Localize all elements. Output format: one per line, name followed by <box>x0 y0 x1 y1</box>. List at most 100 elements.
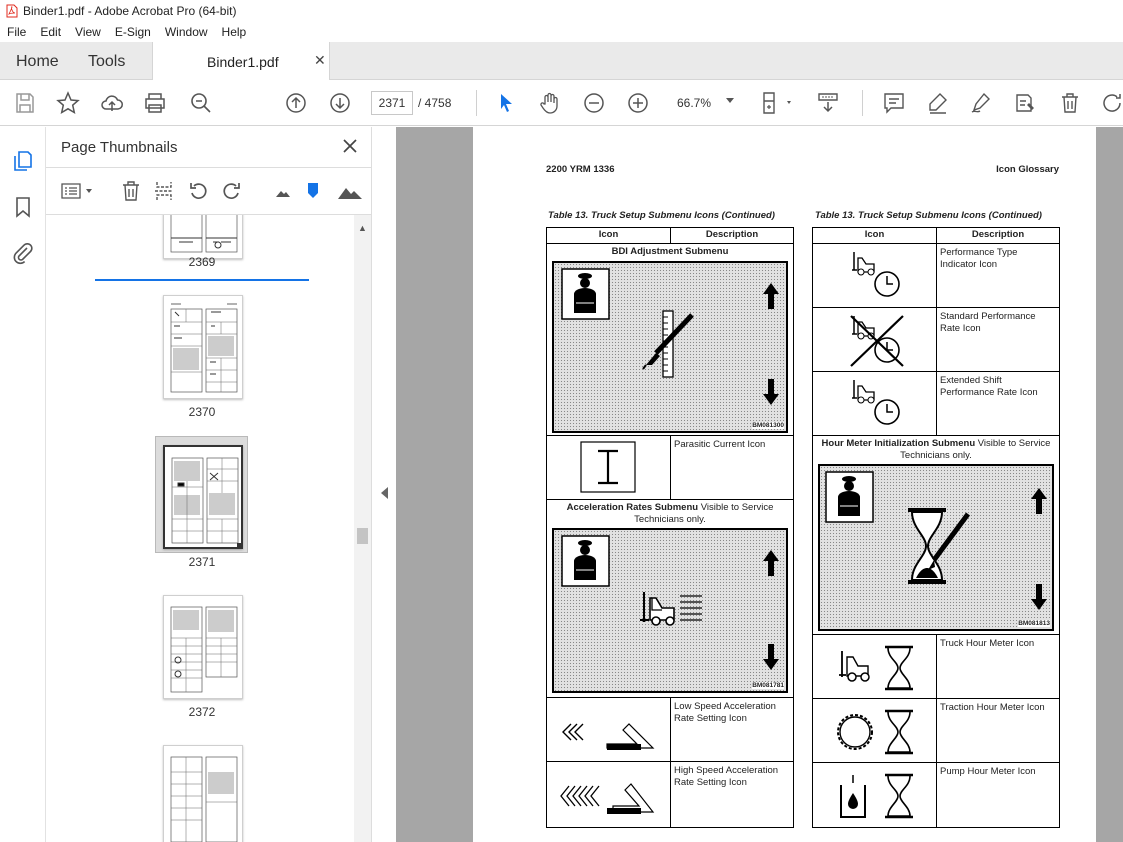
thumbnail-page[interactable] <box>163 215 243 259</box>
thumbnail-size-slider[interactable] <box>305 180 321 202</box>
scroll-up-icon[interactable]: ▲ <box>358 223 367 233</box>
collapse-arrow-icon[interactable] <box>381 487 388 499</box>
menu-view[interactable]: View <box>68 25 108 39</box>
find-zoom-icon[interactable] <box>189 91 213 115</box>
pdf-page: 2200 YRM 1336 Icon Glossary Table 13. Tr… <box>473 127 1096 842</box>
rotate-counterclockwise-icon[interactable] <box>187 180 209 202</box>
thumbnail-page[interactable] <box>163 595 243 699</box>
scrollbar-thumb[interactable] <box>357 528 368 544</box>
parasitic-icon-cell <box>546 435 671 500</box>
col-header-icon: Icon <box>812 227 937 244</box>
save-icon[interactable] <box>13 91 37 115</box>
ext-shift-description: Extended Shift Performance Rate Icon <box>936 371 1060 436</box>
pump-hour-description: Pump Hour Meter Icon <box>936 762 1060 828</box>
page-header-left: 2200 YRM 1336 <box>546 164 615 175</box>
chevron-down-icon <box>726 98 734 103</box>
acceleration-title-bold: Acceleration Rates Submenu <box>566 502 699 513</box>
page-number-input[interactable]: 2371 <box>371 91 413 115</box>
thumbnail-page[interactable] <box>163 745 243 842</box>
panel-title: Page Thumbnails <box>61 139 178 156</box>
page-preview <box>170 303 238 393</box>
options-menu-icon[interactable] <box>60 180 94 202</box>
col-header-description: Description <box>936 227 1060 244</box>
menu-esign[interactable]: E-Sign <box>108 25 158 39</box>
next-page-icon[interactable] <box>328 91 352 115</box>
operator-seated-icon <box>825 471 874 523</box>
tab-tools[interactable]: Tools <box>88 53 125 71</box>
tab-home[interactable]: Home <box>16 53 59 71</box>
page-preview <box>170 215 238 253</box>
close-panel-icon[interactable] <box>341 137 359 155</box>
delete-trash-icon[interactable] <box>1058 91 1082 115</box>
title-bar: Binder1.pdf - Adobe Acrobat Pro (64-bit) <box>0 0 1123 22</box>
attachments-paperclip-icon[interactable] <box>11 241 35 265</box>
print-icon[interactable] <box>143 91 167 115</box>
panel-collapse-bar[interactable] <box>371 127 396 842</box>
acceleration-figure-code: BM081781 <box>752 682 784 689</box>
hand-tool-icon[interactable] <box>538 91 562 115</box>
page-thumbnails-icon[interactable] <box>11 149 35 173</box>
select-cursor-icon[interactable] <box>494 91 518 115</box>
page-fit-icon[interactable] <box>760 91 796 115</box>
previous-page-icon[interactable] <box>284 91 308 115</box>
parasitic-current-icon <box>580 441 636 493</box>
rotate-clockwise-icon[interactable] <box>221 180 243 202</box>
hour-meter-submenu-row: Hour Meter Initialization Submenu Visibl… <box>812 435 1060 635</box>
thumbnail-label: 2370 <box>188 405 216 419</box>
insert-pages-icon[interactable] <box>153 180 175 202</box>
bookmarks-icon[interactable] <box>11 195 35 219</box>
rotate-icon[interactable] <box>1100 91 1123 115</box>
hour-meter-figure-code: BM081813 <box>1018 620 1050 627</box>
highlight-pen-icon[interactable] <box>926 91 950 115</box>
thumbnail-size-large-icon[interactable] <box>337 180 363 202</box>
high-speed-icon-cell <box>546 761 671 828</box>
pump-hour-meter-icon <box>840 773 913 819</box>
hourglass-screwdriver-icon <box>908 508 971 584</box>
bdi-submenu-row: BDI Adjustment Submenu BM081300 <box>546 243 794 436</box>
standard-performance-icon <box>850 315 904 367</box>
menu-edit[interactable]: Edit <box>33 25 68 39</box>
zoom-in-icon[interactable] <box>626 91 650 115</box>
arrow-down-icon <box>763 379 779 405</box>
comment-icon[interactable] <box>882 91 906 115</box>
left-table: Icon Description BDI Adjustment Submenu … <box>546 227 794 828</box>
extended-shift-icon <box>852 380 900 425</box>
low-speed-icon-cell <box>546 697 671 762</box>
insertion-marker <box>95 279 309 281</box>
left-table-caption: Table 13. Truck Setup Submenu Icons (Con… <box>548 210 775 221</box>
thumbnail-page[interactable] <box>163 295 243 399</box>
menu-file[interactable]: File <box>0 25 33 39</box>
perf-type-description: Performance Type Indicator Icon <box>936 243 1060 308</box>
bdi-submenu-title: BDI Adjustment Submenu <box>611 246 729 257</box>
menu-window[interactable]: Window <box>158 25 215 39</box>
performance-type-icon <box>852 252 900 297</box>
fill-sign-icon[interactable] <box>1013 91 1037 115</box>
right-table-caption: Table 13. Truck Setup Submenu Icons (Con… <box>815 210 1042 221</box>
hour-meter-screen-illustration: BM081813 <box>818 464 1054 631</box>
page-preview <box>170 606 238 693</box>
thumbnail-scrollbar[interactable]: ▲ <box>354 215 371 842</box>
scroll-mode-icon[interactable] <box>816 91 840 115</box>
acceleration-screen-illustration: BM081781 <box>552 528 788 693</box>
tab-document[interactable]: Binder1.pdf ✕ <box>152 42 330 81</box>
bdi-screen-illustration: BM081300 <box>552 261 788 433</box>
menu-help[interactable]: Help <box>215 25 254 39</box>
truck-hour-description: Truck Hour Meter Icon <box>936 634 1060 699</box>
delete-pages-icon[interactable] <box>120 180 142 202</box>
upload-cloud-icon[interactable] <box>100 91 124 115</box>
close-tab-icon[interactable]: ✕ <box>314 52 326 69</box>
low-speed-acceleration-icon <box>562 723 655 750</box>
hour-meter-submenu-title: Hour Meter Initialization Submenu Visibl… <box>813 436 1059 462</box>
zoom-select[interactable]: 66.7% <box>668 91 740 115</box>
bookmark-star-icon[interactable] <box>56 91 80 115</box>
draw-pen-icon[interactable] <box>969 91 993 115</box>
left-navigation-rail <box>0 127 46 842</box>
thumbnail-size-small-icon[interactable] <box>272 180 294 202</box>
tab-bar: Home Tools Binder1.pdf ✕ <box>0 42 1123 81</box>
thumbnail-page-current[interactable] <box>163 445 243 549</box>
operator-seated-icon <box>561 268 610 320</box>
page-preview <box>171 457 239 544</box>
high-speed-description: High Speed Acceleration Rate Setting Ico… <box>670 761 794 828</box>
traction-hour-icon-cell <box>812 698 937 763</box>
zoom-out-icon[interactable] <box>582 91 606 115</box>
